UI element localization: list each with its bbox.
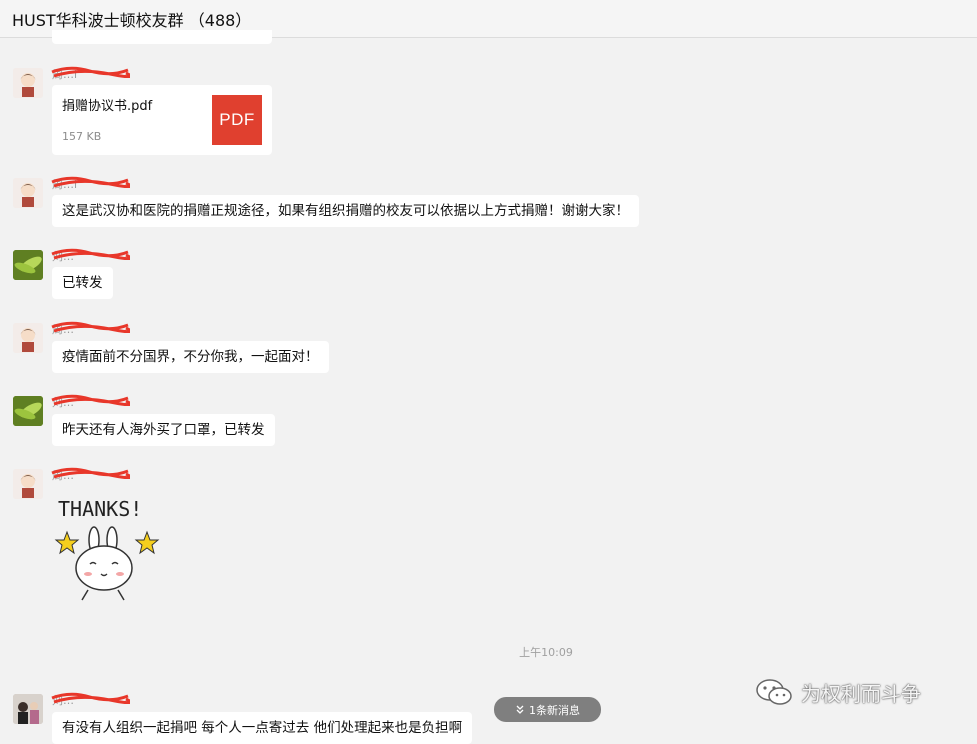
redaction-scribble — [51, 692, 130, 704]
wechat-icon — [756, 679, 792, 705]
pdf-file-icon: PDF — [212, 95, 262, 145]
file-name: 捐赠协议书.pdf — [62, 99, 153, 114]
avatar[interactable] — [13, 396, 43, 426]
message-bubble[interactable]: 这是武汉协和医院的捐赠正规途径，如果有组织捐赠的校友可以依据以上方式捐赠！谢谢大… — [52, 195, 639, 227]
avatar[interactable] — [13, 250, 43, 280]
new-messages-label: 1条新消息 — [529, 703, 580, 717]
redaction-scribble — [51, 467, 130, 479]
watermark-text: 为权利而斗争 — [801, 681, 921, 706]
message-bubble[interactable]: 疫情面前不分国界，不分你我，一起面对！ — [52, 341, 329, 373]
message-bubble[interactable]: 有没有人组织一起捐吧 每个人一点寄过去 他们处理起来也是负担啊 — [52, 712, 473, 744]
avatar[interactable] — [13, 323, 43, 353]
time-divider: 上午10:09 — [519, 646, 573, 659]
file-size: 157 KB — [62, 130, 102, 143]
double-chevron-down-icon — [516, 705, 524, 714]
sticker-text: THANKS! — [58, 497, 142, 521]
new-messages-button[interactable]: 1条新消息 — [494, 697, 601, 722]
message-bubble[interactable]: 已转发 — [52, 267, 113, 299]
watermark: 为权利而斗争 — [755, 677, 921, 707]
group-title: HUST华科波士顿校友群 （488） — [12, 11, 252, 30]
previous-message-bubble — [52, 30, 272, 44]
file-card[interactable]: 捐赠协议书.pdf 157 KB PDF — [52, 85, 272, 155]
redaction-scribble — [51, 321, 130, 333]
redaction-scribble — [51, 248, 130, 260]
avatar[interactable] — [13, 178, 43, 208]
redaction-scribble — [51, 394, 130, 406]
avatar[interactable] — [13, 469, 43, 499]
message-bubble[interactable]: 昨天还有人海外买了口罩，已转发 — [52, 414, 275, 446]
redaction-scribble — [51, 176, 130, 188]
avatar[interactable] — [13, 68, 43, 98]
avatar[interactable] — [13, 694, 43, 724]
redaction-scribble — [51, 66, 130, 78]
thanks-sticker[interactable]: THANKS! — [52, 490, 177, 605]
